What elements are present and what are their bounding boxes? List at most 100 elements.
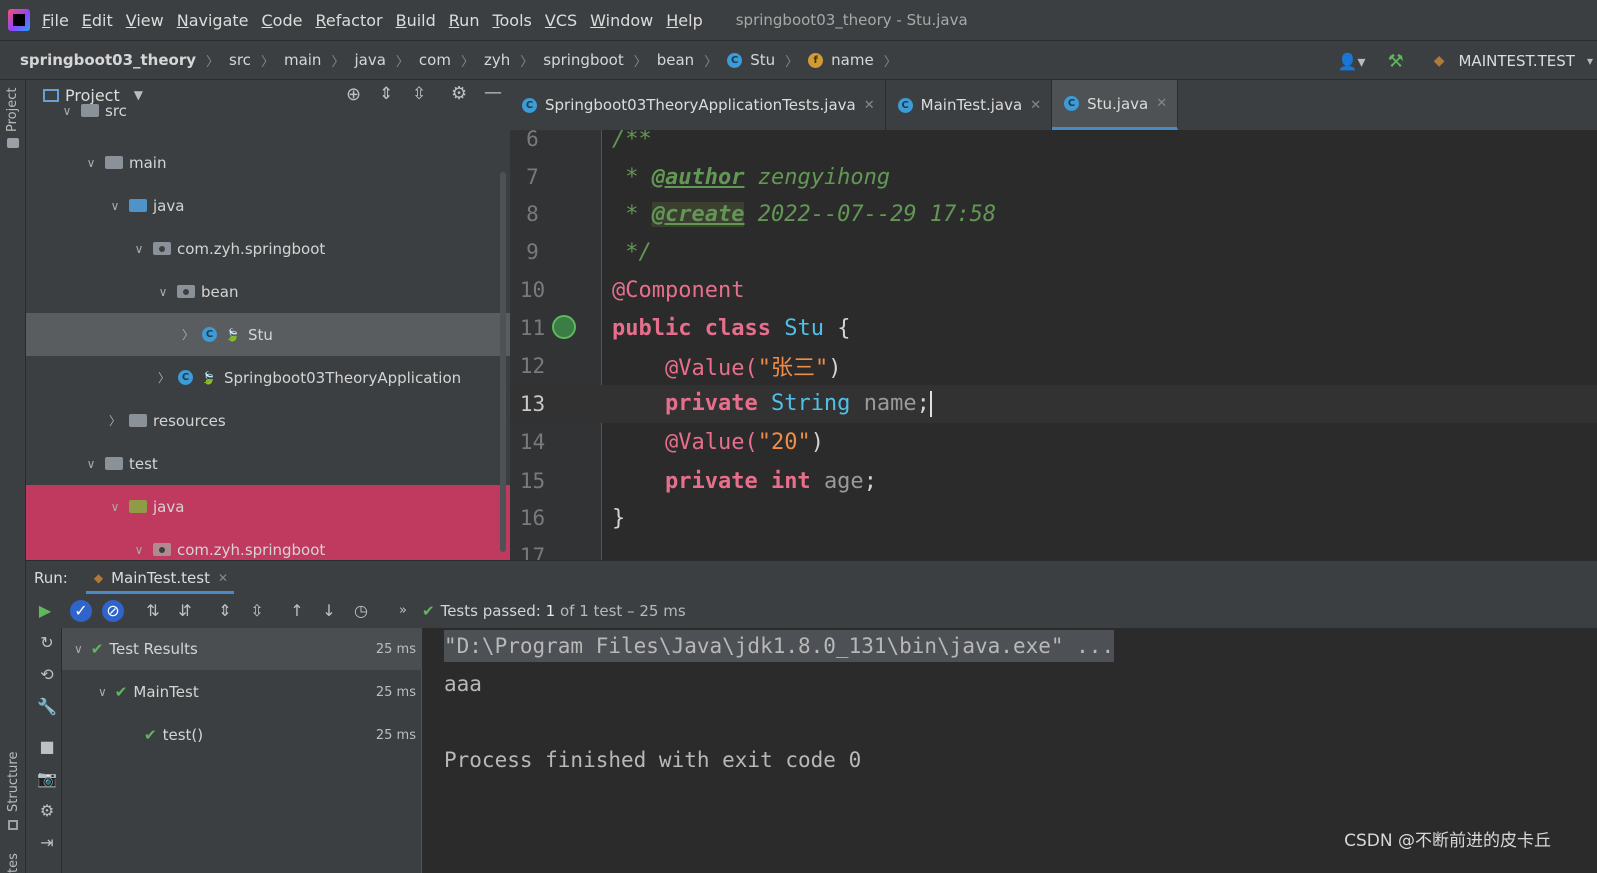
build-hammer-icon[interactable]: ⚒ — [1388, 51, 1404, 72]
previous-failed-icon[interactable]: ↑ — [286, 600, 308, 622]
chevron-right-icon[interactable]: 〉 — [156, 369, 172, 386]
close-icon[interactable]: ✕ — [864, 98, 875, 113]
chevron-right-icon[interactable]: 〉 — [180, 326, 196, 343]
console-line: Process finished with exit code 0 — [444, 748, 862, 772]
menu-tools[interactable]: Tools — [492, 11, 531, 30]
sort-duration-icon[interactable]: ⇵ — [174, 600, 196, 622]
chevron-down-icon[interactable]: ∨ — [59, 104, 75, 118]
menu-refactor[interactable]: Refactor — [315, 11, 382, 30]
show-ignored-icon[interactable]: ⊘ — [102, 600, 124, 622]
menu-file[interactable]: File — [42, 11, 69, 30]
tree-item-test-package[interactable]: ∨ com.zyh.springboot — [26, 528, 510, 560]
chevron-right-icon: 〉 — [206, 54, 220, 70]
tree-item-src[interactable]: ∨ src — [26, 98, 510, 123]
menu-view[interactable]: View — [126, 11, 164, 30]
chevron-down-icon[interactable]: ∨ — [83, 457, 99, 471]
tree-item-main[interactable]: ∨ main — [26, 141, 510, 184]
breadcrumb-zyh[interactable]: zyh — [484, 51, 510, 69]
menu-window[interactable]: Window — [590, 11, 653, 30]
tree-item-stu[interactable]: 〉 C 🍃 Stu — [26, 313, 510, 356]
breadcrumb-bean[interactable]: bean — [657, 51, 694, 69]
tree-item-package[interactable]: ∨ com.zyh.springboot — [26, 227, 510, 270]
chevron-right-icon: 〉 — [520, 54, 534, 70]
chevron-right-icon: 〉 — [395, 54, 409, 70]
tab-stu[interactable]: C Stu.java ✕ — [1052, 80, 1179, 130]
breadcrumb-springboot[interactable]: springboot — [543, 51, 623, 69]
code-line: 11 public class Stu { — [519, 315, 851, 341]
chevron-down-icon[interactable]: ∨ — [74, 642, 83, 656]
structure-tool-tab[interactable]: Structure — [6, 752, 21, 812]
tree-item-test[interactable]: ∨ test — [26, 442, 510, 485]
test-case-test[interactable]: ✔ test() 25 ms — [62, 714, 422, 756]
menu-vcs[interactable]: VCS — [545, 11, 577, 30]
left-tool-stripe: Project Structure tes — [0, 80, 26, 873]
settings-icon[interactable]: ⚙ — [36, 800, 58, 822]
show-passed-icon[interactable]: ✓ — [70, 600, 92, 622]
close-icon[interactable]: ✕ — [218, 571, 228, 585]
user-menu-icon[interactable]: 👤▾ — [1338, 52, 1366, 71]
tab-maintest[interactable]: C MainTest.java ✕ — [886, 80, 1053, 130]
menu-edit[interactable]: Edit — [82, 11, 113, 30]
close-icon[interactable]: ✕ — [1156, 96, 1167, 111]
tree-item-test-java[interactable]: ∨ java — [26, 485, 510, 528]
test-results-root[interactable]: ∨ ✔ Test Results 25 ms — [62, 628, 422, 670]
chevron-down-icon[interactable]: ∨ — [131, 242, 147, 256]
close-icon[interactable]: ✕ — [1030, 98, 1041, 113]
tree-item-resources[interactable]: 〉 resources — [26, 399, 510, 442]
run-side-toolbar: ↻ ⟲ 🔧 ■ 📷 ⚙ ⇥ — [26, 628, 62, 873]
favorites-tool-tab[interactable]: tes — [6, 853, 21, 873]
collapse-all-icon[interactable]: ⇳ — [246, 600, 268, 622]
run-tab-maintest[interactable]: MainTest.test — [111, 569, 210, 587]
breadcrumb-name[interactable]: f name — [808, 51, 874, 69]
menu-code[interactable]: Code — [262, 11, 303, 30]
chevron-right-icon: 〉 — [633, 54, 647, 70]
menu-navigate[interactable]: Navigate — [177, 11, 249, 30]
chevron-right-icon: 〉 — [460, 54, 474, 70]
window-title: springboot03_theory - Stu.java — [735, 11, 968, 29]
breadcrumb-com[interactable]: com — [419, 51, 451, 69]
expand-all-icon[interactable]: ⇕ — [214, 600, 236, 622]
camera-icon[interactable]: 📷 — [36, 768, 58, 790]
spring-bean-gutter-icon[interactable] — [552, 315, 576, 339]
chevron-down-icon[interactable]: ∨ — [98, 685, 107, 699]
chevron-down-icon[interactable]: ∨ — [131, 543, 147, 557]
rerun-failed-icon[interactable]: ↻ — [36, 632, 58, 654]
code-editor[interactable]: 6 /** 7 * @author zengyihong 8 * @create… — [510, 130, 1597, 560]
tree-item-bean[interactable]: ∨ bean — [26, 270, 510, 313]
menu-build[interactable]: Build — [396, 11, 436, 30]
chevron-down-icon[interactable]: ∨ — [155, 285, 171, 299]
scrollbar[interactable] — [500, 172, 506, 552]
menu-bar: File Edit View Navigate Code Refactor Bu… — [0, 0, 1597, 40]
breadcrumb-project[interactable]: springboot03_theory — [20, 51, 196, 69]
test-history-icon[interactable]: ◷ — [350, 600, 372, 622]
tab-springboot03-tests[interactable]: C Springboot03TheoryApplicationTests.jav… — [510, 80, 886, 130]
wrench-icon[interactable]: 🔧 — [36, 696, 58, 718]
class-icon: C — [202, 327, 217, 342]
test-suite-maintest[interactable]: ∨ ✔ MainTest 25 ms — [62, 671, 422, 713]
next-failed-icon[interactable]: ↓ — [318, 600, 340, 622]
tree-item-application[interactable]: 〉 C 🍃 Springboot03TheoryApplication — [26, 356, 510, 399]
tree-item-java[interactable]: ∨ java — [26, 184, 510, 227]
run-config-icon: ◆ — [93, 570, 104, 585]
breadcrumb-src[interactable]: src — [229, 51, 251, 69]
toggle-auto-test-icon[interactable]: ⟲ — [36, 664, 58, 686]
more-icon[interactable]: » — [392, 600, 414, 622]
field-icon: f — [808, 52, 824, 68]
breadcrumb-main[interactable]: main — [284, 51, 321, 69]
chevron-down-icon[interactable]: ∨ — [107, 500, 123, 514]
rerun-icon[interactable]: ▶ — [34, 600, 56, 622]
stop-icon[interactable]: ■ — [36, 736, 58, 758]
menu-help[interactable]: Help — [666, 11, 702, 30]
chevron-down-icon[interactable]: ∨ — [107, 199, 123, 213]
exit-icon[interactable]: ⇥ — [36, 832, 58, 854]
menu-run[interactable]: Run — [449, 11, 480, 30]
breadcrumb-java[interactable]: java — [354, 51, 385, 69]
chevron-down-icon[interactable]: ∨ — [83, 156, 99, 170]
chevron-right-icon[interactable]: 〉 — [107, 412, 123, 429]
breadcrumb-stu[interactable]: C Stu — [727, 51, 775, 69]
run-config-selector[interactable]: MAINTEST.TEST — [1458, 52, 1574, 70]
code-line: 14 @Value("20") — [519, 429, 824, 455]
project-tool-tab[interactable]: Project — [5, 88, 20, 132]
chevron-down-icon[interactable]: ▾ — [1587, 54, 1593, 68]
sort-alpha-icon[interactable]: ⇅ — [142, 600, 164, 622]
